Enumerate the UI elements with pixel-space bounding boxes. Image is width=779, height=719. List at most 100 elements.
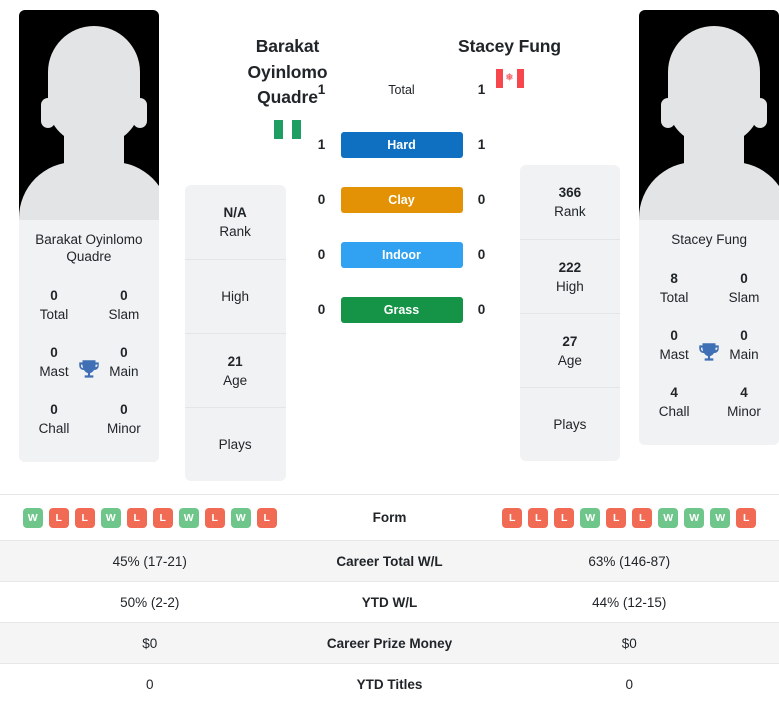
player-avatar-placeholder-icon-left xyxy=(19,10,159,220)
title-label: Slam xyxy=(728,290,760,305)
row-label-career-total-wl: Career Total W/L xyxy=(336,553,443,569)
info-age-left: 21 Age xyxy=(184,333,286,407)
player-name-line: Quadre xyxy=(257,87,318,107)
table-row-career-prize-money: $0 Career Prize Money $0 xyxy=(0,622,779,663)
surface-row-grass: 0 Grass 0 xyxy=(307,282,497,337)
ytd-wl-left: 50% (2-2) xyxy=(120,594,180,610)
surface-count-right: 0 xyxy=(477,192,486,207)
form-badge-loss: L xyxy=(204,507,225,528)
title-value: 0 xyxy=(50,288,58,303)
info-plays-left: Plays xyxy=(184,407,286,481)
title-value: 0 xyxy=(120,402,128,417)
form-badge-win: W xyxy=(658,507,679,528)
form-badge-loss: L xyxy=(256,507,277,528)
form-badge-win: W xyxy=(178,507,199,528)
career-total-wl-left: 45% (17-21) xyxy=(112,553,187,569)
table-row-career-total-wl: 45% (17-21) Career Total W/L 63% (146-87… xyxy=(0,540,779,581)
title-stat-chall-left: 0 Chall xyxy=(19,391,89,448)
player-card-left[interactable]: Barakat Oyinlomo Quadre 0 Total 0 Slam 0… xyxy=(19,10,159,462)
form-badges-left: WLLWLLWLWL xyxy=(0,507,300,528)
info-rank-right: 366 Rank xyxy=(520,165,621,239)
title-label: Minor xyxy=(106,421,141,436)
form-badge-loss: L xyxy=(736,507,757,528)
row-label-career-prize-money: Career Prize Money xyxy=(326,635,453,651)
surface-count-left: 1 xyxy=(317,137,326,152)
form-badge-loss: L xyxy=(528,507,549,528)
head-to-head-center: Barakat Oyinlomo Quadre Stacey Fung ❅ 1 xyxy=(248,10,561,337)
surface-label-indoor[interactable]: Indoor xyxy=(340,241,463,268)
title-value: 0 xyxy=(740,271,748,286)
form-badge-win: W xyxy=(22,507,43,528)
info-high-right: 222 High xyxy=(519,239,621,313)
form-badge-loss: L xyxy=(502,507,523,528)
player-name-line: Stacey Fung xyxy=(458,36,561,56)
title-stat-chall-right: 4 Chall xyxy=(639,374,709,431)
trophy-icon-right xyxy=(699,342,719,361)
info-rank-left: N/A Rank xyxy=(185,185,286,259)
info-stack-left: N/A Rank High 21 Age Plays xyxy=(184,185,286,481)
info-value: 21 xyxy=(227,353,243,369)
row-label-form: Form xyxy=(372,510,407,525)
form-badge-loss: L xyxy=(632,507,653,528)
row-label-ytd-wl: YTD W/L xyxy=(361,594,418,610)
info-label: Rank xyxy=(554,204,586,219)
career-prize-money-left: $0 xyxy=(142,635,158,651)
form-badge-loss: L xyxy=(48,507,69,528)
ytd-titles-left: 0 xyxy=(145,676,154,692)
surface-count-left: 0 xyxy=(317,247,326,262)
info-label: Rank xyxy=(219,224,251,239)
surface-count-right: 1 xyxy=(477,137,486,152)
career-prize-money-right: $0 xyxy=(621,635,637,651)
title-value: 4 xyxy=(670,385,678,400)
row-label-ytd-titles: YTD Titles xyxy=(356,676,423,692)
player-name-line: Oyinlomo xyxy=(247,61,328,82)
title-value: 8 xyxy=(670,271,678,286)
form-badges-right: LLLWLLWWWL xyxy=(480,507,779,528)
info-age-right: 27 Age xyxy=(519,313,621,387)
titles-grid-right: 8 Total 0 Slam 0 Mast 0 Main 4 Chall 4 M… xyxy=(639,260,779,445)
player-avatar-placeholder-icon-right xyxy=(639,10,779,220)
title-stat-minor-left: 0 Minor xyxy=(89,391,159,448)
form-badge-loss: L xyxy=(152,507,173,528)
table-row-ytd-titles: 0 YTD Titles 0 xyxy=(0,663,779,704)
player-name-heading-left: Barakat Oyinlomo Quadre xyxy=(203,34,373,139)
surface-label-clay[interactable]: Clay xyxy=(340,186,463,213)
form-badge-loss: L xyxy=(554,507,575,528)
surface-count-left: 0 xyxy=(317,192,326,207)
table-row-form: WLLWLLWLWL Form LLLWLLWWWL xyxy=(0,494,779,540)
form-badge-loss: L xyxy=(126,507,147,528)
title-label: Slam xyxy=(108,307,140,322)
info-high-left: High xyxy=(184,259,286,333)
info-value: 27 xyxy=(562,333,578,349)
title-stat-slam-right: 0 Slam xyxy=(709,260,779,317)
players-overview-section: Barakat Oyinlomo Quadre 0 Total 0 Slam 0… xyxy=(0,0,779,494)
info-value: 222 xyxy=(558,259,582,275)
player-card-name-right: Stacey Fung xyxy=(639,220,779,260)
title-label: Total xyxy=(659,290,689,305)
form-badge-loss: L xyxy=(74,507,95,528)
player-card-right[interactable]: Stacey Fung 8 Total 0 Slam 0 Mast 0 Main xyxy=(639,10,779,445)
player-name-heading-right: Stacey Fung ❅ xyxy=(425,34,595,88)
title-label: Total xyxy=(39,307,69,322)
title-stat-total-right: 8 Total xyxy=(639,260,709,317)
form-badge-win: W xyxy=(684,507,705,528)
maple-leaf-icon: ❅ xyxy=(505,72,514,84)
title-value: 4 xyxy=(740,385,748,400)
comparison-table: WLLWLLWLWL Form LLLWLLWWWL 45% (17-21) C… xyxy=(0,494,779,704)
trophy-icon-left xyxy=(79,359,99,378)
nigeria-flag-icon xyxy=(273,119,302,139)
info-plays-right: Plays xyxy=(519,387,621,461)
info-label: Plays xyxy=(553,417,587,432)
title-stat-total-left: 0 Total xyxy=(19,277,89,334)
info-stack-right: 366 Rank 222 High 27 Age Plays xyxy=(519,165,621,461)
form-badge-win: W xyxy=(710,507,731,528)
title-stat-minor-right: 4 Minor xyxy=(709,374,779,431)
ytd-wl-right: 44% (12-15) xyxy=(592,594,667,610)
surface-label-grass[interactable]: Grass xyxy=(340,296,463,323)
player-name-line: Barakat xyxy=(255,36,320,56)
info-label: Age xyxy=(223,372,248,388)
surface-count-right: 0 xyxy=(477,247,486,262)
ytd-titles-right: 0 xyxy=(625,676,633,692)
title-label: Minor xyxy=(727,404,761,419)
info-label: Plays xyxy=(218,437,252,452)
